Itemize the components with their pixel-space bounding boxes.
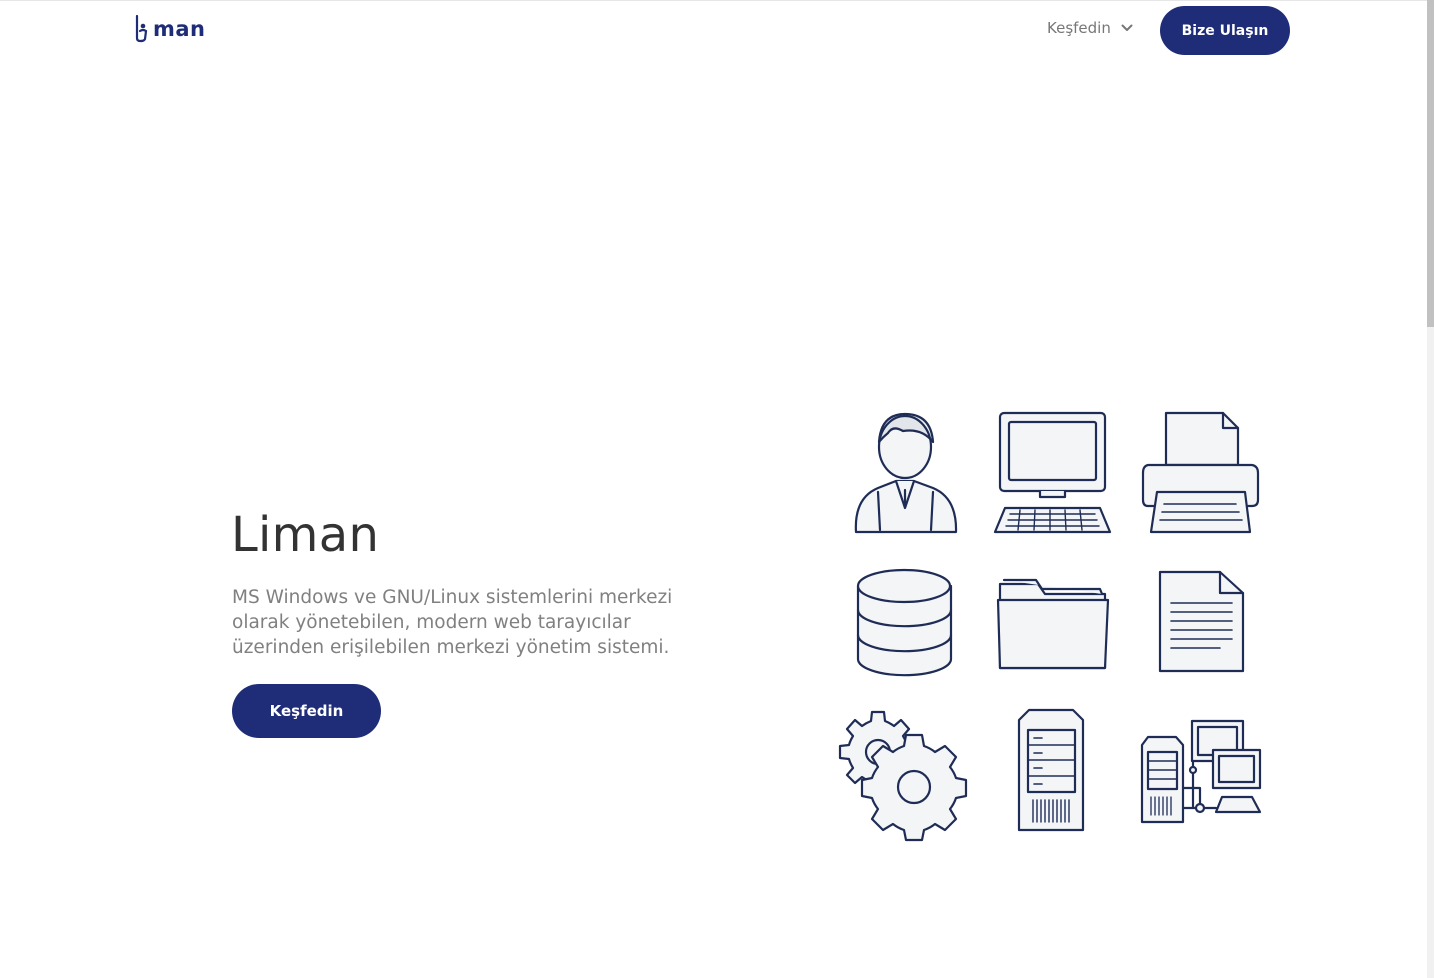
illustration-svg [838,411,1262,842]
document-icon [1158,570,1245,673]
hero-description: MS Windows ve GNU/Linux sistemlerini mer… [232,587,673,658]
scrollbar[interactable] [1427,0,1434,978]
hero-title: Liman [231,507,380,563]
contact-button[interactable]: Bize Ulaşın [1160,6,1290,55]
nav-explore-dropdown[interactable]: Keşfedin [1047,19,1133,37]
infrastructure-illustration [838,405,1270,842]
folder-icon [996,578,1110,670]
scrollbar-thumb[interactable] [1427,0,1434,327]
user-icon [854,412,958,534]
top-border [0,0,1434,1]
logo-mark-icon [135,14,148,43]
computer-icon [993,411,1112,534]
printer-icon [1141,411,1260,534]
database-icon [856,568,953,677]
server-tower-icon [1017,708,1085,832]
explore-button[interactable]: Keşfedin [232,684,381,738]
gears-icon [838,710,968,842]
chevron-down-icon [1121,24,1133,31]
network-icon [1140,719,1262,824]
logo-text: man [153,16,206,41]
liman-logo[interactable]: man [134,14,206,44]
nav-explore-label: Keşfedin [1047,19,1111,37]
